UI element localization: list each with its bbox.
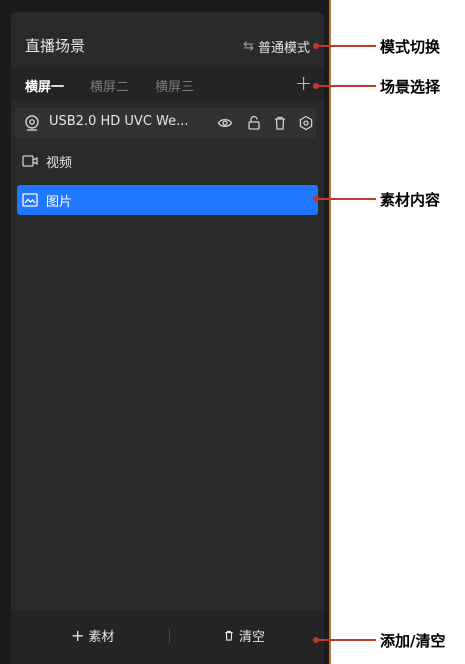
clear-button[interactable]: 清空 [223, 626, 265, 645]
callout-line-scene [316, 85, 376, 87]
callout-line-footer [316, 639, 376, 641]
tab-scene-1[interactable]: 横屏一 [25, 76, 64, 95]
scene-panel: 直播场景 ⇆ 普通模式 横屏一 横屏二 横屏三 + USB2.0 HD UVC … [11, 12, 324, 664]
source-label: USB2.0 HD UVC We... [49, 114, 189, 129]
add-material-button[interactable]: + 素材 [71, 626, 114, 645]
trash-icon [225, 630, 233, 641]
callout-line-material [316, 198, 376, 200]
live-scene-window: 直播场景 ⇆ 普通模式 横屏一 横屏二 横屏三 + USB2.0 HD UVC … [0, 0, 331, 664]
webcam-icon [25, 115, 39, 131]
tab-scene-2[interactable]: 横屏二 [90, 76, 129, 95]
footer-divider [169, 629, 170, 643]
panel-footer: + 素材 清空 [11, 610, 324, 664]
source-label: 视频 [46, 156, 73, 171]
source-item-camera[interactable]: USB2.0 HD UVC We... [15, 108, 316, 138]
panel-header: 直播场景 ⇆ 普通模式 [11, 12, 324, 68]
eye-icon[interactable] [217, 115, 233, 131]
annotation-scene-select: 场景选择 [380, 78, 441, 96]
panel-title: 直播场景 [25, 37, 86, 55]
tab-scene-3[interactable]: 横屏三 [155, 76, 194, 95]
callout-line-mode [316, 45, 376, 47]
video-icon [22, 155, 38, 167]
annotation-material-content: 素材内容 [380, 191, 441, 209]
source-item-video[interactable]: 视频 [17, 146, 318, 176]
image-icon [22, 193, 38, 207]
settings-icon[interactable] [298, 115, 314, 131]
source-item-image[interactable]: 图片 [17, 185, 318, 215]
add-material-label: 素材 [88, 630, 115, 645]
swap-arrows-icon: ⇆ [243, 39, 254, 54]
unlock-icon[interactable] [246, 115, 262, 131]
annotation-add-clear: 添加/清空 [380, 632, 446, 650]
scene-tabs: 横屏一 横屏二 横屏三 + [11, 68, 324, 100]
add-scene-button[interactable]: + [295, 71, 312, 95]
mode-switch-button[interactable]: ⇆ 普通模式 [243, 37, 310, 56]
source-label: 图片 [46, 195, 73, 210]
trash-icon[interactable] [272, 115, 288, 131]
plus-icon: + [71, 626, 85, 645]
clear-label: 清空 [239, 630, 266, 645]
annotation-mode-switch: 模式切换 [380, 38, 441, 56]
mode-label: 普通模式 [257, 41, 310, 56]
